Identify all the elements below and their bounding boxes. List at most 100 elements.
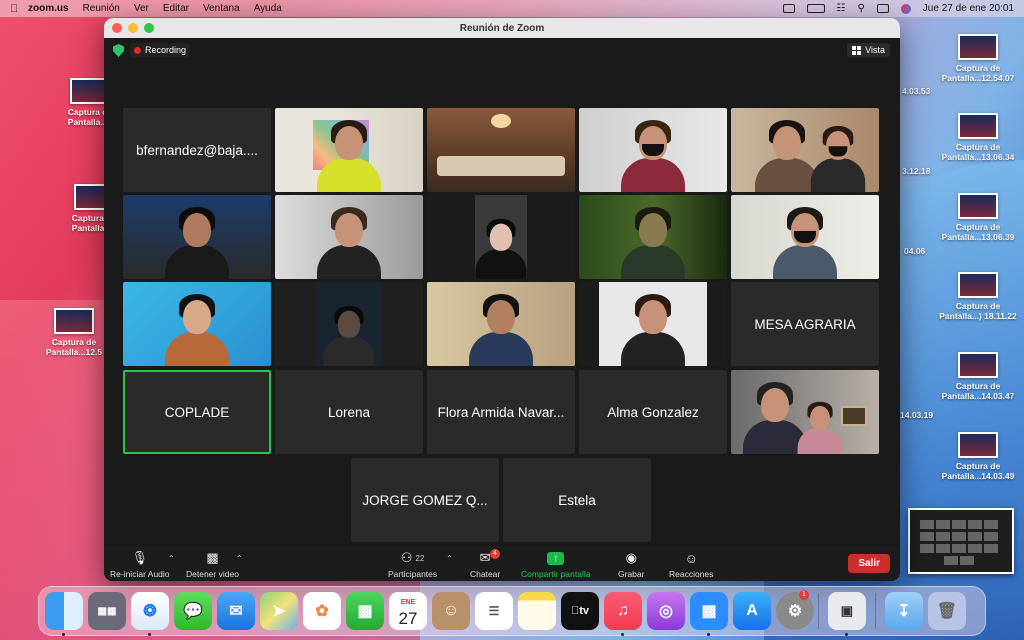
wifi-icon[interactable]: ☷ — [837, 3, 846, 14]
reactions-button[interactable]: ☺ Reacciones — [669, 550, 713, 580]
screenshot-thumbnail — [54, 308, 94, 334]
participants-caret-icon[interactable]: ⌃ — [446, 554, 453, 563]
screenshot-preview-thumbnail[interactable] — [908, 508, 1014, 574]
participant-tile[interactable]: Estela — [503, 458, 651, 542]
audio-options-caret-icon[interactable]: ⌃ — [168, 554, 175, 563]
view-button[interactable]: Vista — [847, 43, 890, 57]
podcasts-icon[interactable]: ◎ — [647, 592, 685, 630]
participant-video[interactable] — [275, 282, 423, 366]
chat-badge: 4 — [490, 549, 500, 559]
search-icon[interactable]: ⚲ — [857, 3, 864, 14]
participant-name: JORGE GOMEZ Q... — [362, 492, 488, 508]
participant-tile[interactable]: MESA AGRARIA — [731, 282, 879, 366]
safari-icon[interactable]: ❂ — [131, 592, 169, 636]
participant-tile[interactable]: bfernandez@baja.... — [123, 108, 271, 192]
participant-video[interactable] — [275, 195, 423, 279]
audio-label: Re-iniciar Audio — [110, 569, 170, 579]
participant-video[interactable] — [731, 108, 879, 192]
participant-video[interactable] — [579, 282, 727, 366]
leave-meeting-button[interactable]: Salir — [848, 554, 890, 573]
file-label: Captura de — [955, 63, 1001, 73]
chat-bubble-icon: ✉ — [479, 550, 491, 565]
calendar-icon[interactable]: ENE 27 — [389, 592, 427, 630]
maps-icon[interactable]: ➤ — [260, 592, 298, 630]
participant-tile-active-speaker[interactable]: COPLADE — [123, 370, 271, 454]
window-titlebar[interactable]: Reunión de Zoom — [104, 18, 900, 38]
desktop-file-icon[interactable]: Captura de Pantalla...13.06.39 — [938, 193, 1018, 242]
menu-editar[interactable]: Editar — [163, 3, 189, 14]
participant-video[interactable] — [731, 370, 879, 454]
participant-silhouette — [810, 125, 865, 192]
photos-icon[interactable]: ✿ — [303, 592, 341, 630]
system-preferences-icon[interactable]: ⚙ — [776, 592, 814, 630]
menu-ver[interactable]: Ver — [134, 3, 149, 14]
desktop-file-icon[interactable]: Captura de Pantalla...) 18.11.22 — [938, 272, 1018, 321]
meeting-toolbar: 🎙 Re-iniciar Audio ⌃ ▩ Detener video ⌃ ⚇… — [104, 546, 900, 581]
menu-ayuda[interactable]: Ayuda — [254, 3, 282, 14]
participant-video[interactable] — [275, 108, 423, 192]
participant-silhouette — [323, 305, 375, 366]
video-camera-icon: ▩ — [206, 550, 219, 565]
zoom-status-icon[interactable] — [782, 4, 795, 13]
participant-tile[interactable]: Alma Gonzalez — [579, 370, 727, 454]
security-shield-icon[interactable] — [113, 44, 124, 57]
participant-tile[interactable]: Flora Armida Navar... — [427, 370, 575, 454]
desktop-file-icon[interactable]: Captura de Pantalla...13.06.34 — [938, 113, 1018, 162]
desktop-file-icon[interactable]: Captura de Pantalla...12.5 — [34, 308, 114, 357]
messages-icon[interactable]: 💬 — [174, 592, 212, 630]
control-center-icon[interactable] — [876, 4, 889, 13]
participant-video[interactable] — [579, 195, 727, 279]
preview-app-icon[interactable]: ▣ — [827, 592, 866, 636]
desktop-file-icon[interactable]: Captura de Pantalla...14.03.47 — [938, 352, 1018, 401]
dock-separator — [874, 593, 876, 629]
participant-video[interactable] — [123, 282, 271, 366]
participant-silhouette — [621, 294, 685, 366]
video-button[interactable]: ▩ Detener video — [186, 550, 239, 579]
reminders-icon[interactable]: ☰ — [475, 592, 513, 630]
file-label: Captura de — [955, 381, 1001, 391]
menu-ventana[interactable]: Ventana — [203, 3, 240, 14]
menu-clock[interactable]: Jue 27 de ene 20:01 — [923, 3, 1014, 14]
menu-reunion[interactable]: Reunión — [83, 3, 120, 14]
siri-icon[interactable] — [900, 3, 911, 14]
participant-name: MESA AGRARIA — [754, 316, 856, 332]
battery-icon[interactable] — [806, 4, 825, 13]
recording-indicator[interactable]: Recording — [130, 43, 191, 57]
app-store-icon[interactable]: A — [733, 592, 771, 630]
music-icon[interactable]: ♫ — [604, 592, 642, 636]
participant-video[interactable] — [123, 195, 271, 279]
audio-button[interactable]: 🎙 Re-iniciar Audio — [110, 550, 170, 579]
apple-tv-icon[interactable]: tv — [561, 592, 599, 630]
trash-icon[interactable]: 🗑 — [927, 592, 966, 630]
participant-silhouette — [317, 120, 381, 192]
participant-tile[interactable]: JORGE GOMEZ Q... — [351, 458, 499, 542]
launchpad-icon[interactable]: ▦▦ — [88, 592, 126, 630]
downloads-folder-icon[interactable]: ↧ — [884, 592, 923, 630]
zoom-window-button[interactable] — [144, 23, 154, 33]
participants-button[interactable]: ⚇ 22 Participantes — [388, 550, 437, 579]
desktop-file-icon[interactable]: Captura de Pantalla...12.54.07 — [938, 34, 1018, 83]
video-options-caret-icon[interactable]: ⌃ — [236, 554, 243, 563]
contacts-icon[interactable]: ☺ — [432, 592, 470, 630]
desktop-file-icon[interactable]: Captura de Pantalla...14.03.49 — [938, 432, 1018, 481]
notes-icon[interactable] — [518, 592, 556, 630]
share-screen-button[interactable]: ↑ Compartir pantalla — [521, 550, 590, 579]
apple-icon[interactable]:  — [10, 3, 28, 15]
menu-app-name[interactable]: zoom.us — [28, 3, 69, 14]
participant-silhouette — [165, 294, 229, 366]
close-window-button[interactable] — [112, 23, 122, 33]
participant-video[interactable] — [427, 195, 575, 279]
facetime-icon[interactable]: ▩ — [346, 592, 384, 630]
minimize-window-button[interactable] — [128, 23, 138, 33]
zoom-app-icon[interactable]: ▩ — [690, 592, 728, 636]
calendar-day: 27 — [398, 609, 418, 628]
participant-video[interactable] — [731, 195, 879, 279]
muted-microphone-icon: 🎙 — [131, 550, 149, 565]
participant-video[interactable] — [579, 108, 727, 192]
participant-tile[interactable]: Lorena — [275, 370, 423, 454]
participant-video[interactable] — [427, 108, 575, 192]
mail-icon[interactable]: ✉ — [217, 592, 255, 630]
record-button[interactable]: ◉ Grabar — [618, 550, 644, 579]
finder-icon[interactable] — [45, 592, 83, 636]
participant-video[interactable] — [427, 282, 575, 366]
